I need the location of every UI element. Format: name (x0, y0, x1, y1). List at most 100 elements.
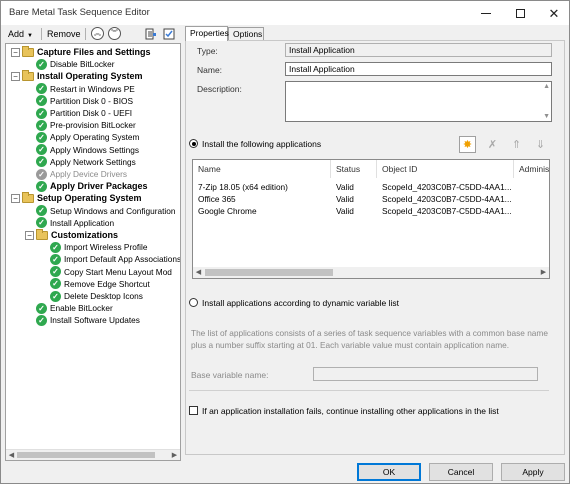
scroll-up-icon[interactable]: ▲ (543, 83, 550, 90)
column-header-status[interactable]: Status (331, 160, 377, 178)
minimize-button[interactable] (469, 1, 503, 25)
applications-list[interactable]: Name Status Object ID Administ 7-Zip 18.… (192, 159, 550, 279)
tree-item[interactable]: ✓ Remove Edge Shortcut (39, 278, 150, 290)
check-icon: ✓ (50, 241, 61, 253)
tree-item[interactable]: ✓ Apply Operating System (25, 131, 139, 143)
add-application-button[interactable]: ✸ (459, 136, 476, 153)
tree-item[interactable]: ✓ Restart in Windows PE (25, 83, 135, 95)
close-button[interactable]: ✕ (537, 1, 570, 25)
scroll-right-icon[interactable]: ▶ (538, 267, 549, 278)
collapse-icon[interactable]: − (11, 71, 20, 81)
tree-item[interactable]: − Install Operating System (11, 69, 143, 82)
scrollbar-thumb[interactable] (17, 452, 155, 458)
tree-item-label: Remove Edge Shortcut (64, 278, 150, 289)
collapse-icon[interactable]: − (11, 193, 20, 203)
tree-item[interactable]: ✓ Install Software Updates (25, 314, 140, 326)
move-down-button[interactable]: ︾ (108, 27, 121, 40)
scroll-right-icon[interactable]: ▶ (169, 450, 180, 460)
maximize-icon (515, 8, 525, 18)
check-icon: ✓ (36, 314, 47, 326)
tree-item[interactable]: − Capture Files and Settings (11, 45, 151, 58)
description-label: Description: (197, 84, 242, 94)
tree-item-label: Apply Device Drivers (50, 169, 127, 179)
tree-item-label: Setup Windows and Configuration (50, 205, 176, 216)
check-icon: ✓ (50, 290, 61, 302)
column-header-name[interactable]: Name (193, 160, 331, 178)
column-header-object-id[interactable]: Object ID (377, 160, 514, 178)
tree-item[interactable]: ✓ Copy Start Menu Layout Mod (39, 266, 172, 278)
list-horizontal-scrollbar[interactable]: ◀ ▶ (193, 267, 549, 278)
tree-item[interactable]: ✓ Enable BitLocker (25, 302, 113, 314)
tree-item[interactable]: ✓ Apply Windows Settings (25, 144, 139, 156)
check-icon: ✓ (36, 144, 47, 156)
tree-item[interactable]: ✓ Delete Desktop Icons (39, 290, 143, 302)
move-down-icon: ︾ (111, 30, 118, 37)
remove-button[interactable]: Remove (47, 27, 81, 41)
tree-item[interactable]: ✓ Apply Driver Packages (25, 180, 148, 192)
description-textarea[interactable]: ▲ ▼ (285, 81, 552, 122)
delete-application-button[interactable]: ✗ (484, 136, 501, 153)
tree-item[interactable]: ✓ Import Default App Associations (39, 253, 180, 265)
table-row[interactable]: 7-Zip 18.05 (x64 edition) Valid ScopeId_… (193, 181, 549, 193)
check-icon: ✓ (36, 156, 47, 168)
scrollbar-thumb[interactable] (205, 269, 333, 276)
apply-button[interactable]: Apply (501, 463, 565, 481)
tree-item[interactable]: − Setup Operating System (11, 191, 142, 204)
dynamic-variable-list-radio[interactable] (189, 298, 198, 307)
tree-item[interactable]: ✓ Apply Network Settings (25, 156, 136, 168)
tree-item[interactable]: ✓ Setup Windows and Configuration (25, 205, 175, 217)
properties-button[interactable] (145, 28, 157, 40)
tree-item-label: Apply Operating System (50, 132, 140, 143)
tree-item[interactable]: ✓ Partition Disk 0 - UEFI (25, 107, 132, 119)
tree-item-label: Apply Driver Packages (50, 181, 148, 192)
tree-horizontal-scrollbar[interactable]: ◀ ▶ (6, 449, 180, 460)
continue-on-failure-checkbox[interactable] (189, 406, 198, 415)
move-application-down-button[interactable]: ⇓ (532, 136, 549, 153)
close-icon: ✕ (548, 5, 560, 21)
table-row[interactable]: Google Chrome Valid ScopeId_4203C0B7-C5D… (193, 205, 549, 217)
type-label: Type: (197, 46, 218, 56)
maximize-button[interactable] (503, 1, 537, 25)
toolbar-separator (85, 28, 86, 40)
tree-item[interactable]: ✓ Apply Device Drivers (25, 168, 127, 180)
name-input[interactable]: Install Application (285, 62, 552, 76)
collapse-icon[interactable]: − (11, 47, 20, 57)
tree-item-label: Disable BitLocker (50, 59, 115, 70)
tree-item-label: Partition Disk 0 - BIOS (50, 95, 133, 106)
tab-options[interactable]: Options (228, 27, 264, 41)
install-following-apps-radio[interactable] (189, 139, 198, 148)
tree-item-label: Partition Disk 0 - UEFI (50, 108, 133, 118)
scroll-down-icon[interactable]: ▼ (543, 113, 550, 120)
tab-properties[interactable]: Properties (185, 26, 229, 41)
tree-item[interactable]: ✓ Disable BitLocker (25, 58, 115, 70)
tree-item[interactable]: ✓ Import Wireless Profile (39, 241, 147, 253)
tree-item-label: Apply Windows Settings (50, 144, 140, 155)
options-button[interactable] (163, 28, 175, 40)
install-following-apps-label: Install the following applications (202, 139, 322, 149)
tree-item-label: Enable BitLocker (50, 303, 113, 314)
move-up-button[interactable]: ︽ (91, 27, 104, 40)
app-status-cell: Valid (336, 182, 354, 192)
app-object-id-cell: ScopeId_4203C0B7-C5DD-4AA1... (382, 206, 512, 216)
task-sequence-tree[interactable]: − Capture Files and Settings ✓ Disable BitL… (5, 43, 181, 461)
scroll-left-icon[interactable]: ◀ (193, 267, 204, 278)
folder-icon (22, 69, 34, 81)
tree-item-label: Pre-provision BitLocker (50, 120, 136, 131)
cancel-button[interactable]: Cancel (429, 463, 493, 481)
tree-item[interactable]: ✓ Partition Disk 0 - BIOS (25, 95, 133, 107)
column-header-administ[interactable]: Administ (514, 160, 549, 178)
tree-item[interactable]: ✓ Install Application (25, 217, 114, 229)
table-row[interactable]: Office 365 Valid ScopeId_4203C0B7-C5DD-4… (193, 193, 549, 205)
move-application-up-button[interactable]: ⇑ (508, 136, 525, 153)
app-name-cell: Office 365 (198, 194, 236, 204)
app-name-cell: 7-Zip 18.05 (x64 edition) (198, 182, 288, 192)
app-name-cell: Google Chrome (198, 206, 257, 216)
ok-button[interactable]: OK (357, 463, 421, 481)
tree-item[interactable]: − Customizations (25, 228, 118, 241)
app-status-cell: Valid (336, 206, 354, 216)
scroll-left-icon[interactable]: ◀ (6, 450, 17, 460)
tree-item[interactable]: ✓ Pre-provision BitLocker (25, 119, 136, 131)
add-button[interactable]: Add ▼ (8, 27, 33, 41)
collapse-icon[interactable]: − (25, 230, 34, 240)
base-variable-name-input[interactable] (313, 367, 538, 381)
